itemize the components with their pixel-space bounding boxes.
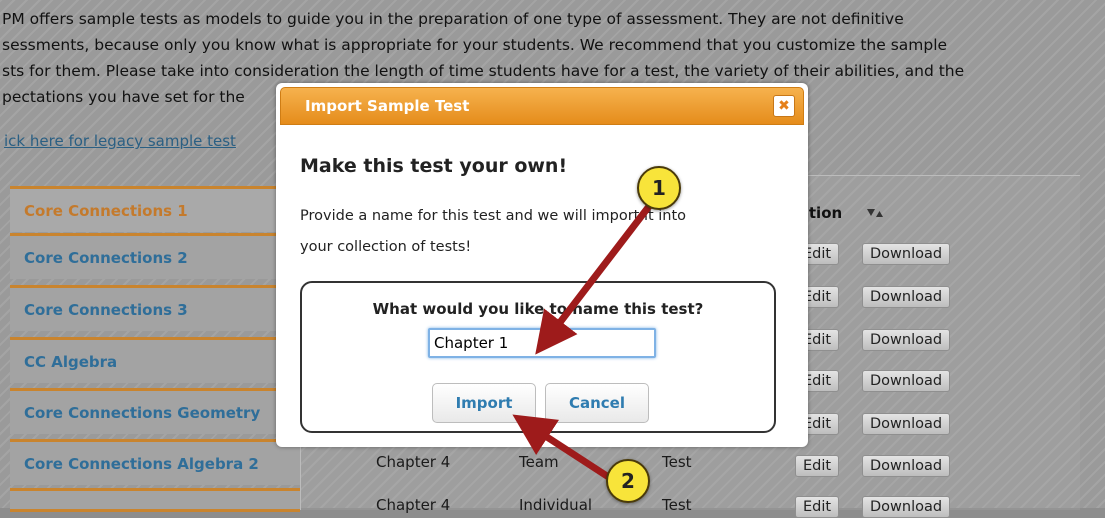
sidebar-item-partial[interactable]	[10, 488, 300, 512]
sort-icon[interactable]	[866, 208, 884, 218]
sidebar-item-core-connections-1[interactable]: Core Connections 1	[10, 186, 300, 232]
callout-badge-1: 1	[637, 166, 681, 210]
download-button[interactable]: Download	[862, 496, 951, 518]
intro-line: sts for them. Please take into considera…	[2, 62, 965, 80]
dialog-heading: Make this test your own!	[300, 155, 568, 177]
dialog-titlebar: Import Sample Test ✖	[280, 87, 804, 125]
row-type: Team	[519, 453, 559, 471]
row-chapter: Chapter 4	[376, 496, 451, 514]
intro-line: PM offers sample tests as models to guid…	[2, 10, 904, 28]
sidebar-item-core-connections-geometry[interactable]: Core Connections Geometry	[10, 388, 300, 434]
legacy-sample-test-link[interactable]: ick here for legacy sample test	[4, 132, 236, 150]
download-button[interactable]: Download	[862, 370, 951, 392]
dialog-description: Provide a name for this test and we will…	[300, 201, 780, 263]
edit-button[interactable]: Edit	[795, 496, 840, 518]
sidebar-item-cc-algebra[interactable]: CC Algebra	[10, 337, 300, 383]
edit-button[interactable]: Edit	[795, 455, 840, 477]
test-name-form: What would you like to name this test? I…	[300, 281, 776, 433]
sidebar-item-core-connections-algebra-2[interactable]: Core Connections Algebra 2	[10, 439, 300, 485]
cancel-button[interactable]: Cancel	[545, 383, 649, 423]
row-type: Individual	[519, 496, 593, 514]
dialog-description-line: Provide a name for this test and we will…	[300, 208, 687, 224]
download-button[interactable]: Download	[862, 286, 951, 308]
download-button[interactable]: Download	[862, 329, 951, 351]
sidebar-item-core-connections-3[interactable]: Core Connections 3	[10, 285, 300, 331]
dialog-title: Import Sample Test	[305, 97, 470, 115]
dialog-description-line: your collection of tests!	[300, 239, 472, 255]
row-chapter: Chapter 4	[376, 453, 451, 471]
download-button[interactable]: Download	[862, 243, 951, 265]
test-name-label: What would you like to name this test?	[372, 300, 704, 318]
callout-badge-2: 2	[606, 459, 650, 503]
row-kind: Test	[662, 453, 692, 471]
import-sample-test-dialog: Import Sample Test ✖ Make this test your…	[276, 83, 808, 447]
sidebar-item-core-connections-2[interactable]: Core Connections 2	[10, 233, 300, 279]
import-button[interactable]: Import	[432, 383, 536, 423]
row-kind: Test	[662, 496, 692, 514]
download-button[interactable]: Download	[862, 413, 951, 435]
test-name-input[interactable]	[428, 328, 656, 358]
intro-line: sessments, because only you know what is…	[2, 36, 948, 54]
download-button[interactable]: Download	[862, 455, 951, 477]
close-icon[interactable]: ✖	[773, 95, 795, 117]
